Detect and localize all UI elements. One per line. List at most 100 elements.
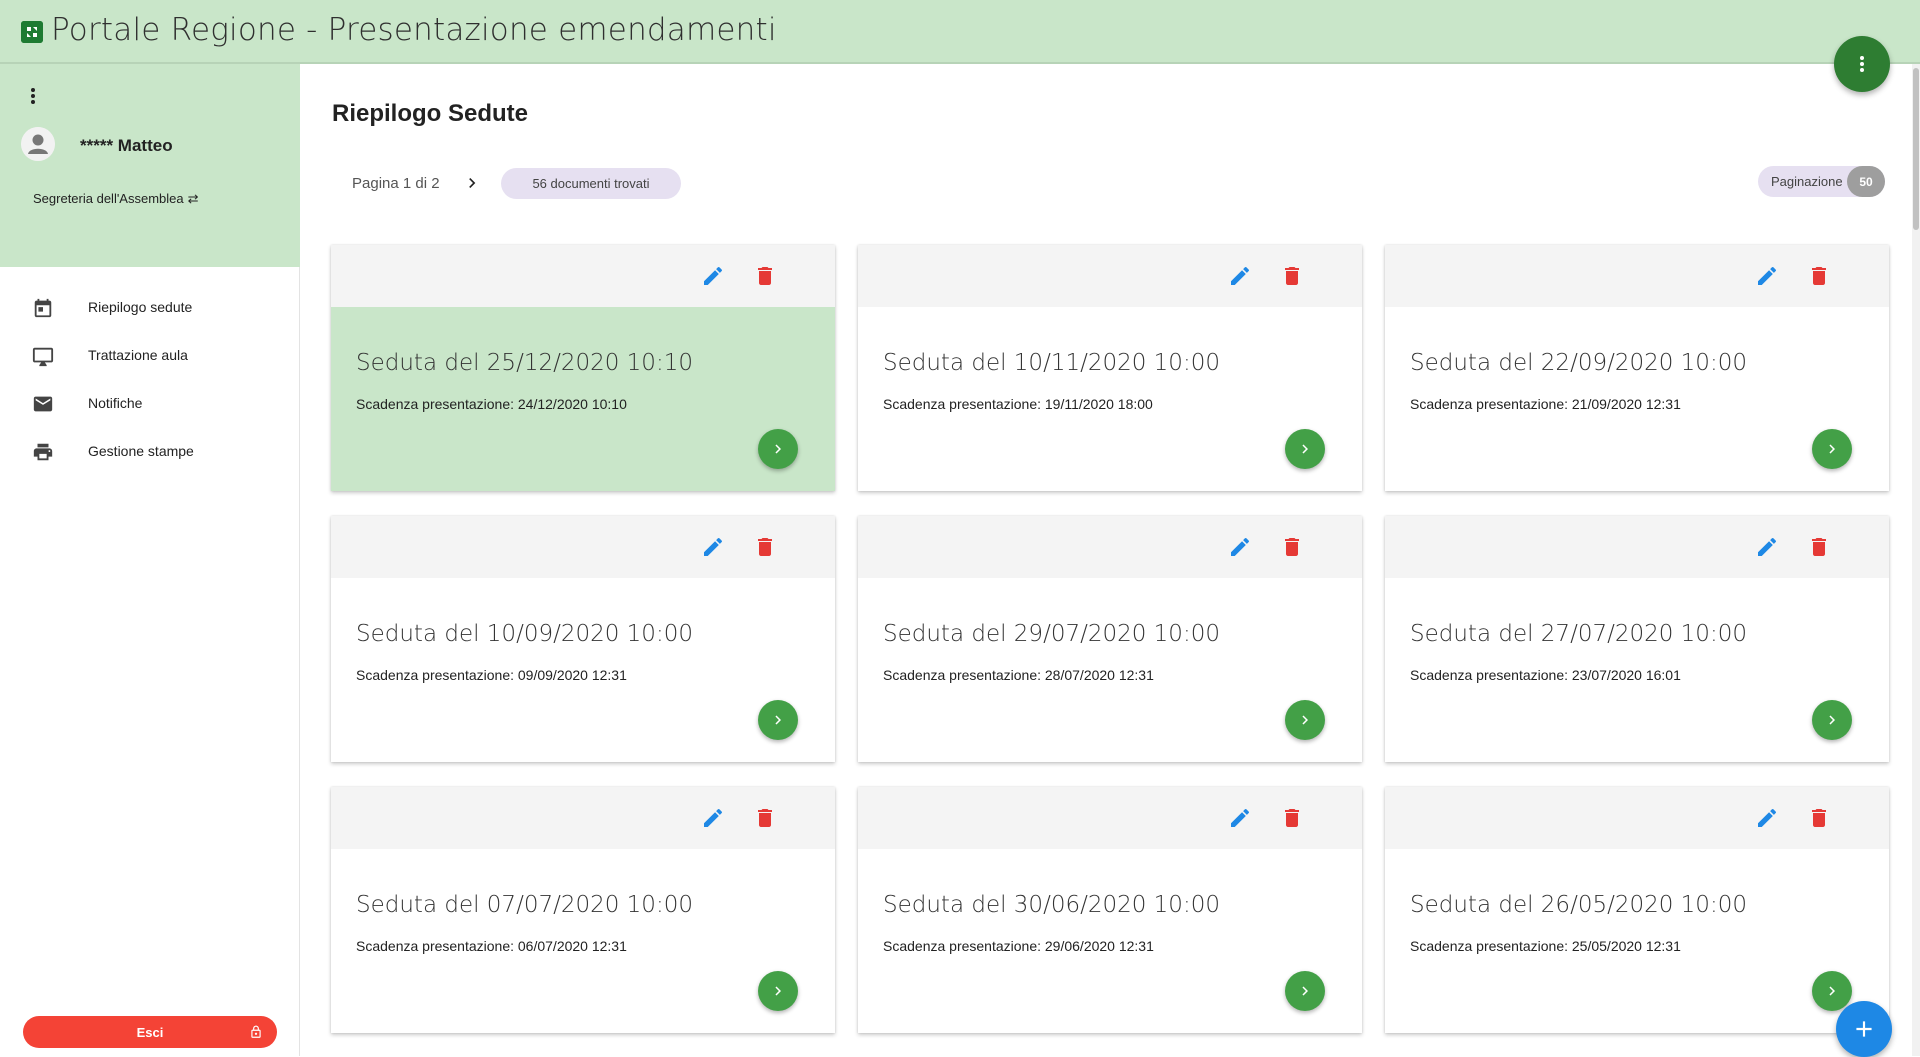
- page-size-label: Paginazione: [1771, 174, 1843, 189]
- edit-button[interactable]: [1228, 806, 1252, 830]
- edit-button[interactable]: [701, 535, 725, 559]
- session-card[interactable]: Seduta del 10/09/2020 10:00 Scadenza pres…: [331, 516, 835, 762]
- trash-icon: [1285, 538, 1299, 556]
- open-session-button[interactable]: [1812, 700, 1852, 740]
- scrollbar-thumb[interactable]: [1913, 68, 1919, 230]
- region-logo-icon: [21, 21, 43, 43]
- session-card[interactable]: Seduta del 07/07/2020 10:00 Scadenza pres…: [331, 787, 835, 1033]
- app-title: Portale Regione - Presentazione emendame…: [51, 12, 777, 48]
- sidebar-nav: Riepilogo sedute Trattazione aula Notifi…: [0, 284, 300, 476]
- session-deadline: Scadenza presentazione: 28/07/2020 12:31: [883, 667, 1154, 683]
- pagination-text: Pagina 1 di 2: [352, 175, 440, 192]
- user-name: ***** Matteo: [80, 136, 173, 155]
- open-session-button[interactable]: [758, 429, 798, 469]
- session-deadline: Scadenza presentazione: 21/09/2020 12:31: [1410, 396, 1681, 412]
- session-card[interactable]: Seduta del 25/12/2020 10:10 Scadenza pres…: [331, 245, 835, 491]
- open-session-button[interactable]: [1285, 971, 1325, 1011]
- session-title: Seduta del 30/06/2020 10:00: [883, 892, 1220, 918]
- open-session-button[interactable]: [758, 971, 798, 1011]
- delete-button[interactable]: [1807, 264, 1831, 288]
- session-title: Seduta del 29/07/2020 10:00: [883, 621, 1220, 647]
- open-session-button[interactable]: [1285, 429, 1325, 469]
- session-deadline: Scadenza presentazione: 24/12/2020 10:10: [356, 396, 627, 412]
- session-card[interactable]: Seduta del 30/06/2020 10:00 Scadenza pres…: [858, 787, 1362, 1033]
- sidebar-item-trattazione-aula[interactable]: Trattazione aula: [0, 332, 300, 380]
- chevron-right-icon: [469, 178, 476, 188]
- session-deadline: Scadenza presentazione: 09/09/2020 12:31: [356, 667, 627, 683]
- sidebar-item-gestione-stampe[interactable]: Gestione stampe: [0, 428, 300, 476]
- chevron-right-icon: [1829, 715, 1835, 725]
- edit-button[interactable]: [1228, 535, 1252, 559]
- open-session-button[interactable]: [1812, 429, 1852, 469]
- sidebar-item-label: Gestione stampe: [88, 443, 194, 459]
- mail-icon: [33, 396, 53, 412]
- delete-button[interactable]: [753, 264, 777, 288]
- card-body: Seduta del 07/07/2020 10:00 Scadenza pres…: [331, 849, 835, 1033]
- logout-label: Esci: [136, 1024, 164, 1040]
- session-deadline: Scadenza presentazione: 23/07/2020 16:01: [1410, 667, 1681, 683]
- session-deadline: Scadenza presentazione: 06/07/2020 12:31: [356, 938, 627, 954]
- edit-button[interactable]: [1228, 264, 1252, 288]
- open-session-button[interactable]: [1812, 971, 1852, 1011]
- edit-button[interactable]: [701, 264, 725, 288]
- sidebar: ***** Matteo Segreteria dell'Assemblea ⇄ …: [0, 64, 300, 1056]
- session-card[interactable]: Seduta del 22/09/2020 10:00 Scadenza pres…: [1385, 245, 1889, 491]
- session-card[interactable]: Seduta del 27/07/2020 10:00 Scadenza pres…: [1385, 516, 1889, 762]
- delete-button[interactable]: [1280, 806, 1304, 830]
- chevron-right-icon: [775, 986, 781, 996]
- session-title: Seduta del 07/07/2020 10:00: [356, 892, 693, 918]
- logout-button[interactable]: Esci: [23, 1016, 277, 1048]
- chevron-right-icon: [775, 715, 781, 725]
- sidebar-item-label: Trattazione aula: [88, 347, 188, 363]
- more-vert-icon: [31, 88, 35, 104]
- sidebar-item-notifiche[interactable]: Notifiche: [0, 380, 300, 428]
- more-vert-icon: [1860, 56, 1864, 72]
- sidebar-item-label: Notifiche: [88, 395, 143, 411]
- app-header: Portale Regione - Presentazione emendame…: [0, 0, 1920, 64]
- trash-icon: [1285, 267, 1299, 285]
- edit-button[interactable]: [1755, 806, 1779, 830]
- card-body: Seduta del 10/11/2020 10:00 Scadenza pres…: [858, 307, 1362, 491]
- card-body: Seduta del 27/07/2020 10:00 Scadenza pres…: [1385, 578, 1889, 762]
- open-session-button[interactable]: [1285, 700, 1325, 740]
- page-size-chip[interactable]: Paginazione 50: [1758, 166, 1885, 197]
- card-body: Seduta del 25/12/2020 10:10 Scadenza pres…: [331, 307, 835, 491]
- session-card[interactable]: Seduta del 10/11/2020 10:00 Scadenza pres…: [858, 245, 1362, 491]
- edit-button[interactable]: [701, 806, 725, 830]
- avatar: [21, 127, 55, 161]
- sidebar-item-riepilogo-sedute[interactable]: Riepilogo sedute: [0, 284, 300, 332]
- sidebar-item-label: Riepilogo sedute: [88, 299, 193, 315]
- chevron-right-icon: [1829, 986, 1835, 996]
- delete-button[interactable]: [753, 806, 777, 830]
- card-header: [331, 787, 835, 849]
- add-session-button[interactable]: [1836, 1001, 1892, 1057]
- trash-icon: [758, 267, 772, 285]
- session-title: Seduta del 10/11/2020 10:00: [883, 350, 1220, 376]
- card-body: Seduta del 22/09/2020 10:00 Scadenza pres…: [1385, 307, 1889, 491]
- next-page-button[interactable]: [462, 173, 482, 198]
- session-card[interactable]: Seduta del 29/07/2020 10:00 Scadenza pres…: [858, 516, 1362, 762]
- trash-icon: [758, 809, 772, 827]
- card-header: [858, 245, 1362, 307]
- edit-icon: [1231, 537, 1250, 556]
- page-size-value: 50: [1847, 166, 1885, 197]
- delete-button[interactable]: [1807, 806, 1831, 830]
- card-body: Seduta del 26/05/2020 10:00 Scadenza pres…: [1385, 849, 1889, 1033]
- delete-button[interactable]: [753, 535, 777, 559]
- session-deadline: Scadenza presentazione: 19/11/2020 18:00: [883, 396, 1153, 412]
- user-role[interactable]: Segreteria dell'Assemblea ⇄: [33, 191, 199, 207]
- card-header: [858, 516, 1362, 578]
- session-card[interactable]: Seduta del 26/05/2020 10:00 Scadenza pres…: [1385, 787, 1889, 1033]
- swap-icon[interactable]: ⇄: [188, 191, 199, 206]
- more-vert-fab[interactable]: [1834, 36, 1890, 92]
- card-header: [1385, 245, 1889, 307]
- card-body: Seduta del 29/07/2020 10:00 Scadenza pres…: [858, 578, 1362, 762]
- edit-button[interactable]: [1755, 535, 1779, 559]
- edit-button[interactable]: [1755, 264, 1779, 288]
- delete-button[interactable]: [1280, 264, 1304, 288]
- open-session-button[interactable]: [758, 700, 798, 740]
- edit-icon: [1231, 266, 1250, 285]
- delete-button[interactable]: [1280, 535, 1304, 559]
- delete-button[interactable]: [1807, 535, 1831, 559]
- sidebar-menu-button[interactable]: [28, 86, 38, 111]
